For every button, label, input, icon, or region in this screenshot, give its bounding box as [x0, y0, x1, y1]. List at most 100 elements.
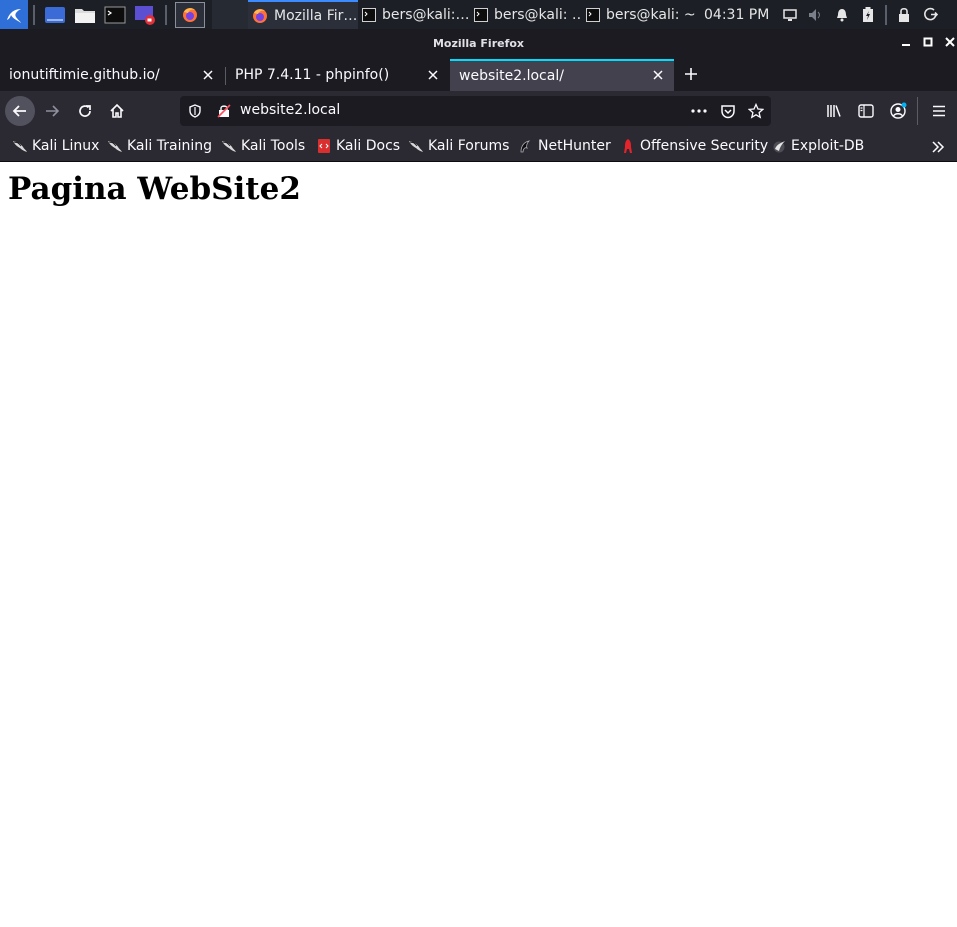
bookmark-label: Kali Tools	[241, 138, 306, 154]
power-tray[interactable]	[917, 0, 943, 29]
notifications-tray[interactable]	[829, 0, 855, 29]
close-tab-button[interactable]	[425, 67, 441, 83]
offsec-icon	[620, 138, 636, 154]
taskbar-window-firefox[interactable]: Mozilla Fir…	[248, 0, 358, 29]
page-content: Pagina WebSite2	[0, 163, 957, 927]
taskbar-window-terminal-3[interactable]: bers@kali: ~	[582, 0, 696, 29]
volume-muted-icon	[809, 8, 821, 21]
tab-ionutiftimie[interactable]: ionutiftimie.github.io/	[0, 59, 224, 91]
bookmark-label: NetHunter	[538, 138, 611, 154]
file-manager-launcher[interactable]	[73, 4, 97, 26]
bookmarks-toolbar: Kali Linux Kali Training Kali Tools Kali…	[0, 131, 957, 162]
taskbar-window-terminal-2[interactable]: bers@kali: …	[470, 0, 582, 29]
close-window-button[interactable]	[943, 35, 957, 49]
close-icon	[945, 37, 955, 47]
sidebar-button[interactable]	[852, 97, 880, 125]
tab-strip: ionutiftimie.github.io/ PHP 7.4.11 - php…	[0, 57, 957, 91]
terminal-icon	[104, 6, 126, 23]
library-button[interactable]	[820, 97, 848, 125]
show-desktop-launcher[interactable]	[43, 4, 67, 26]
terminal-icon	[362, 7, 376, 22]
taskbar-separator	[885, 4, 888, 25]
url-text[interactable]: website2.local	[240, 102, 340, 118]
kali-menu-button[interactable]	[0, 0, 28, 29]
bookmark-star-button[interactable]	[747, 102, 765, 120]
home-button[interactable]	[103, 97, 131, 125]
navigation-toolbar: website2.local	[0, 91, 957, 131]
bookmark-label: Kali Linux	[32, 138, 100, 154]
arrow-right-icon	[46, 105, 60, 117]
window-titlebar[interactable]: Mozilla Firefox	[0, 29, 957, 57]
tab-website2[interactable]: website2.local/	[450, 59, 674, 91]
bookmark-offensive-security[interactable]: Offensive Security	[620, 138, 768, 154]
tab-label: PHP 7.4.11 - phpinfo()	[235, 67, 390, 83]
display-tray[interactable]	[777, 0, 803, 29]
lock-screen-tray[interactable]	[891, 0, 917, 29]
firefox-icon	[252, 8, 268, 24]
taskbar-clock[interactable]: 04:31 PM	[696, 7, 777, 23]
plus-icon	[685, 68, 697, 80]
taskbar-separator	[33, 4, 35, 25]
close-icon	[653, 70, 663, 80]
app-menu-button[interactable]	[925, 97, 953, 125]
battery-tray[interactable]	[855, 0, 881, 29]
screen-recorder-icon	[135, 5, 155, 25]
close-tab-button[interactable]	[200, 67, 216, 83]
kali-docs-icon	[316, 138, 332, 154]
taskbar-window-label: bers@kali:…	[382, 6, 470, 23]
page-heading: Pagina WebSite2	[8, 171, 301, 207]
star-icon	[748, 103, 764, 119]
arrow-left-icon	[12, 105, 26, 117]
kali-dragon-icon	[12, 138, 28, 154]
tab-phpinfo[interactable]: PHP 7.4.11 - phpinfo()	[226, 59, 449, 91]
address-bar[interactable]: website2.local	[180, 96, 771, 126]
more-bookmarks-button[interactable]	[928, 137, 948, 157]
account-icon	[890, 102, 907, 119]
terminal-launcher[interactable]	[103, 4, 127, 26]
maximize-icon	[923, 37, 933, 47]
insecure-connection-button[interactable]	[215, 102, 233, 120]
home-icon	[110, 103, 124, 118]
hamburger-menu-icon	[933, 105, 945, 117]
bookmark-label: Kali Forums	[428, 138, 510, 154]
minimize-icon	[902, 44, 910, 46]
bookmark-label: Kali Training	[127, 138, 212, 154]
system-tray	[777, 0, 943, 29]
tracking-protection-button[interactable]	[186, 102, 204, 120]
reload-button[interactable]	[71, 97, 99, 125]
maximize-button[interactable]	[921, 35, 935, 49]
bookmark-exploit-db[interactable]: Exploit-DB	[771, 138, 864, 154]
account-button[interactable]	[884, 97, 912, 125]
taskbar-window-terminal-1[interactable]: bers@kali:…	[358, 0, 470, 29]
screen-recorder-launcher[interactable]	[133, 4, 157, 26]
minimize-button[interactable]	[899, 35, 913, 49]
bookmark-nethunter[interactable]: NetHunter	[518, 138, 611, 154]
kali-dragon-icon	[221, 138, 237, 154]
monitor-icon	[783, 8, 798, 21]
terminal-icon	[474, 7, 488, 22]
bookmark-kali-forums[interactable]: Kali Forums	[408, 138, 509, 154]
back-button[interactable]	[5, 96, 35, 126]
new-tab-button[interactable]	[680, 63, 702, 85]
kali-logo-icon	[7, 8, 21, 23]
taskbar: Mozilla Fir… bers@kali:… bers@kali: … be…	[0, 0, 957, 29]
bookmark-kali-training[interactable]: Kali Training	[107, 138, 212, 154]
tab-label: ionutiftimie.github.io/	[9, 67, 160, 83]
nethunter-icon	[518, 138, 534, 154]
bookmark-kali-linux[interactable]: Kali Linux	[12, 138, 99, 154]
lock-icon	[899, 7, 910, 22]
volume-tray[interactable]	[803, 0, 829, 29]
save-to-pocket-button[interactable]	[719, 102, 737, 120]
page-actions-button[interactable]	[690, 102, 708, 120]
close-tab-button[interactable]	[650, 67, 666, 83]
forward-button[interactable]	[38, 97, 66, 125]
bookmark-label: Kali Docs	[336, 138, 401, 154]
workspace-1[interactable]	[175, 1, 205, 28]
window-title: Mozilla Firefox	[432, 37, 525, 50]
desktop-icon	[45, 6, 65, 23]
bookmark-kali-tools[interactable]: Kali Tools	[221, 138, 305, 154]
bookmark-kali-docs[interactable]: Kali Docs	[316, 138, 400, 154]
exploit-db-icon	[771, 138, 787, 154]
bookmark-label: Exploit-DB	[791, 138, 865, 154]
workspace-2[interactable]	[212, 0, 248, 29]
